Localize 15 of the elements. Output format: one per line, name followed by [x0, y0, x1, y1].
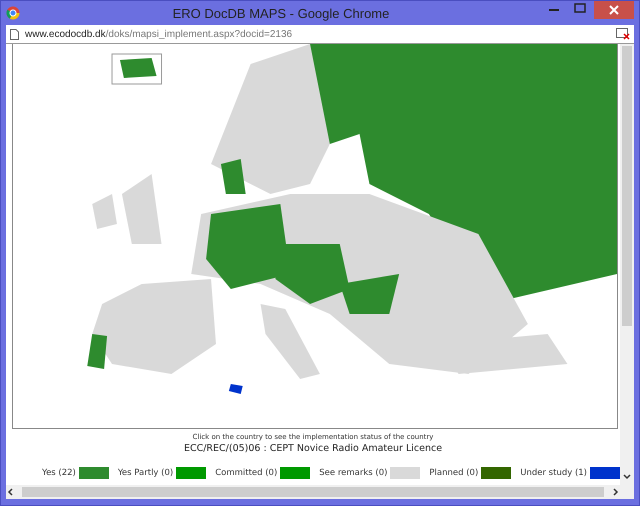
window-title: ERO DocDB MAPS - Google Chrome: [172, 6, 390, 20]
horizontal-scrollbar[interactable]: [6, 485, 620, 499]
vertical-scrollbar[interactable]: [620, 44, 634, 499]
legend-label: Under study (1): [520, 468, 587, 478]
close-icon: [609, 5, 619, 15]
blocked-popup-icon[interactable]: [616, 28, 630, 40]
close-button[interactable]: [594, 1, 634, 19]
legend-label: See remarks (0): [319, 468, 388, 478]
browser-logo-icon: [6, 6, 20, 20]
page-icon: [10, 28, 19, 40]
legend-label: Planned (0): [429, 468, 478, 478]
map-heading: ECC/REC/(05)06 : CEPT Novice Radio Amateur Licence: [182, 443, 444, 454]
legend-label: Yes Partly (0): [118, 468, 174, 478]
legend-label: Committed (0): [215, 468, 278, 478]
legend-label: Yes (22): [42, 468, 76, 478]
